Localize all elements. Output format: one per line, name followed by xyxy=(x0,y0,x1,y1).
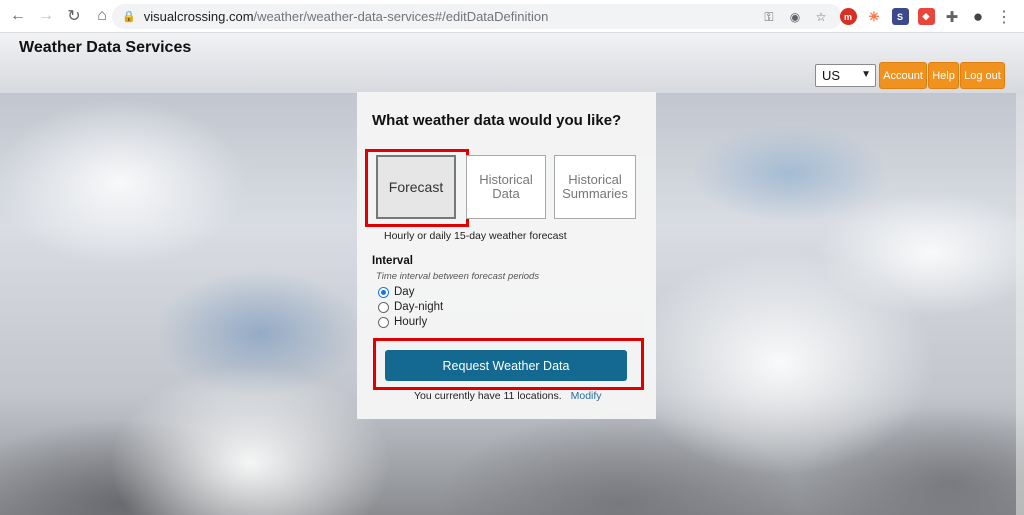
interval-option-label: Day-night xyxy=(394,301,444,313)
radio-unchecked-icon[interactable] xyxy=(378,301,389,313)
account-button[interactable]: Account xyxy=(879,62,927,89)
extension-red-icon[interactable]: m xyxy=(836,5,860,29)
radio-checked-icon[interactable] xyxy=(378,286,389,298)
puzzle-icon[interactable]: ✚ xyxy=(940,5,964,29)
locations-note: You currently have 11 locations. Modify xyxy=(414,390,602,402)
forecast-type-button[interactable]: Forecast xyxy=(376,155,456,219)
historical-data-type-button[interactable]: Historical Data xyxy=(466,155,546,219)
home-icon[interactable]: ⌂ xyxy=(90,4,114,28)
scrollbar[interactable] xyxy=(1016,93,1024,515)
request-weather-data-button[interactable]: Request Weather Data xyxy=(385,350,627,381)
language-value: US xyxy=(822,68,841,83)
help-button[interactable]: Help xyxy=(928,62,959,89)
site-header: Weather Data Services US ▼ Account Help … xyxy=(0,33,1024,93)
interval-option-day[interactable]: Day xyxy=(378,286,414,298)
lock-icon: 🔒 xyxy=(122,11,136,23)
star-icon[interactable]: ☆ xyxy=(812,8,830,26)
interval-option-label: Day xyxy=(394,286,415,298)
extension-shield-icon[interactable]: ◆ xyxy=(914,5,938,29)
radio-unchecked-icon[interactable] xyxy=(378,316,389,328)
chevron-down-icon: ▼ xyxy=(861,69,871,80)
interval-option-label: Hourly xyxy=(394,316,428,328)
extension-orange-icon[interactable]: ✳ xyxy=(862,5,886,29)
eye-off-icon[interactable]: ◉ xyxy=(786,8,804,26)
locations-count-text: You currently have 11 locations. xyxy=(414,390,562,402)
interval-label: Interval xyxy=(372,255,413,267)
logout-button[interactable]: Log out xyxy=(960,62,1005,89)
extension-dark-icon[interactable]: S xyxy=(888,5,912,29)
type-description: Hourly or daily 15-day weather forecast xyxy=(384,230,567,242)
panel-title: What weather data would you like? xyxy=(372,112,622,129)
site-title: Weather Data Services xyxy=(19,39,192,56)
interval-option-day-night[interactable]: Day-night xyxy=(378,301,443,313)
language-select[interactable]: US ▼ xyxy=(815,64,876,87)
address-bar[interactable]: 🔒 visualcrossing.com/weather/weather-dat… xyxy=(112,4,842,29)
key-icon[interactable]: ⚿ xyxy=(760,8,778,26)
interval-option-hourly[interactable]: Hourly xyxy=(378,316,427,328)
url-path: /weather/weather-data-services#/editData… xyxy=(253,9,549,24)
data-definition-panel: What weather data would you like? Foreca… xyxy=(357,92,656,419)
menu-dots-icon[interactable]: ⋮ xyxy=(992,5,1016,29)
profile-icon[interactable]: ● xyxy=(966,5,990,29)
browser-toolbar: ← → ↻ ⌂ 🔒 visualcrossing.com/weather/wea… xyxy=(0,0,1024,33)
forward-arrow-icon[interactable]: → xyxy=(34,4,58,28)
reload-icon[interactable]: ↻ xyxy=(62,4,86,28)
url-domain: visualcrossing.com xyxy=(143,9,254,24)
modify-link[interactable]: Modify xyxy=(571,390,602,402)
historical-summaries-type-button[interactable]: Historical Summaries xyxy=(554,155,636,219)
back-arrow-icon[interactable]: ← xyxy=(6,4,30,28)
interval-hint: Time interval between forecast periods xyxy=(376,271,540,282)
page-background: Weather Data Services US ▼ Account Help … xyxy=(0,33,1024,515)
